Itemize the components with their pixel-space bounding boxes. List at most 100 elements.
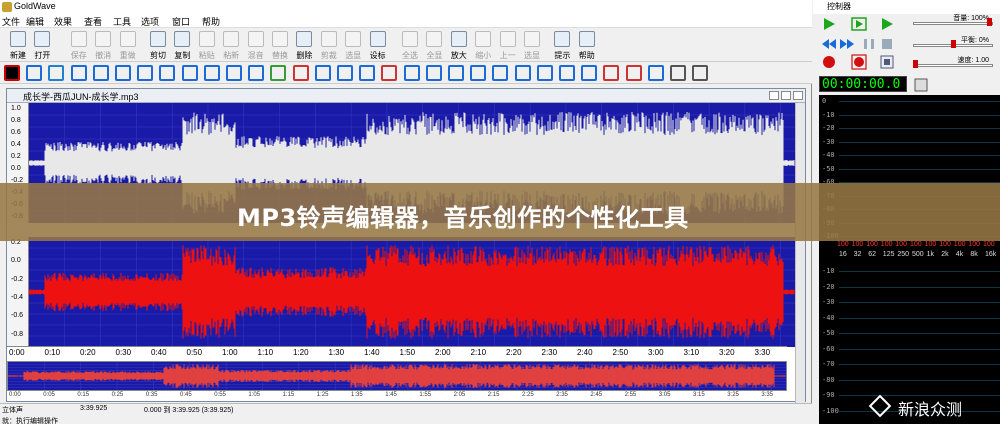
effect-icon-17[interactable] [381,65,398,81]
effect-icon-1[interactable] [26,65,43,81]
fast-forward-icon[interactable] [839,36,855,52]
effect-icon-0[interactable] [4,65,20,81]
effect-icon-23[interactable] [514,65,531,81]
overview-tick: 2:15 [487,392,500,398]
toolbar-button-1[interactable]: 打开 [30,30,54,60]
toolbar-icon-19 [499,31,516,47]
menu-edit[interactable]: 编辑 [26,15,44,28]
band-peak-label: 100 [866,241,878,248]
effect-icon-19[interactable] [425,65,442,81]
timeline-ruler[interactable]: 0:00 0:10 0:20 0:30 0:40 0:50 1:00 1:10 1:20 1:30… [7,346,787,360]
effect-icon-26[interactable] [581,65,598,81]
effect-icon-11[interactable] [248,65,265,81]
app-root: GoldWave 文件 编辑 效果 查看 工具 选项 窗口 帮助 新建 打开 保存撤… [0,0,1000,424]
balance-thumb[interactable] [951,40,956,48]
scale-label: 0.0 [11,165,21,172]
menu-bar: 文件 编辑 效果 查看 工具 选项 窗口 帮助 [0,14,812,28]
toolbar-button-22[interactable]: 帮助 [575,30,599,60]
effect-icon-7[interactable] [159,65,176,81]
effect-icon-18[interactable] [403,65,420,81]
scale-label: 0.0 [11,257,21,265]
timeline-tick: 0:30 [115,348,132,357]
status-selection: 0.000 到 3:39.925 (3:39.925) [144,407,234,414]
effect-icon-27[interactable] [603,65,620,81]
effect-icon-2[interactable] [48,65,65,81]
toolbar-button-14[interactable]: 设标 [366,30,390,60]
toolbar-icon-1 [34,31,51,47]
toolbar-icon-11 [296,31,313,47]
timer-reset-icon[interactable] [913,77,929,93]
menu-window[interactable]: 窗口 [172,15,190,28]
play-selection-icon[interactable] [851,16,867,32]
menu-help[interactable]: 帮助 [202,15,220,28]
effect-icon-31[interactable] [692,65,709,81]
effect-icon-5[interactable] [115,65,131,81]
volume-thumb[interactable] [987,18,992,26]
menu-view[interactable]: 查看 [84,15,102,28]
effect-icon-20[interactable] [448,65,464,81]
effect-icon-22[interactable] [492,65,509,81]
vertical-scrollbar[interactable] [795,103,805,403]
close-button[interactable] [793,91,803,100]
effect-icon-12[interactable] [270,65,287,81]
menu-effects[interactable]: 效果 [54,15,72,28]
effect-icon-30[interactable] [670,65,686,81]
toolbar-button-4[interactable]: 重做 [116,30,140,60]
effect-icon-9[interactable] [203,65,220,81]
status-message: 就：执行编辑操作 [2,418,58,424]
level-gridline [839,379,1000,381]
play-icon[interactable] [821,16,837,32]
level-label: -80 [822,375,835,384]
menu-options[interactable]: 选项 [141,15,159,28]
effect-icon-10[interactable] [226,65,242,81]
timeline-tick: 1:00 [222,348,238,357]
toolbar-icon-3 [95,31,112,47]
volume-slider[interactable]: 音量: 100% [909,14,997,26]
toolbar-button-20[interactable]: 选显 [520,30,544,60]
effect-icon-24[interactable] [536,65,553,81]
timeline-tick: 3:20 [719,348,735,357]
scale-label: 0.4 [11,141,21,148]
overview-waveform[interactable] [7,361,787,391]
rewind-icon[interactable] [821,36,837,52]
effect-icon-28[interactable] [625,65,642,81]
play-view-icon[interactable] [879,16,895,32]
right-channel-waveform[interactable] [28,237,795,347]
frequency-label: 125 [882,251,895,258]
menu-file[interactable]: 文件 [2,15,20,28]
pause-icon[interactable] [861,36,877,52]
overview-tick: 1:05 [248,392,261,398]
effect-icon-21[interactable] [470,65,487,81]
scale-label: 0.8 [11,117,21,124]
effect-icon-6[interactable] [137,65,154,81]
effect-icon-16[interactable] [359,65,376,81]
effect-icon-25[interactable] [559,65,575,81]
level-gridline [839,271,1000,272]
effect-icon-3[interactable] [70,65,87,81]
status-duration: 3:39.925 [80,405,108,412]
band-peak-label: 100 [851,241,864,248]
stop-icon[interactable] [879,36,895,52]
minimize-button[interactable] [769,91,779,100]
settings-icon[interactable] [879,54,895,70]
effect-icon-4[interactable] [92,65,109,81]
timeline-tick: 0:50 [186,348,203,357]
record-icon[interactable] [821,54,837,70]
level-gridline [839,348,1000,350]
effect-icon-29[interactable] [647,65,664,81]
level-meter: 0-10-20-30-40-50-60-70-80-90-10010010010… [819,95,1000,424]
main-toolbar: 新建 打开 保存 撤消 重做 剪切 复制 粘贴 粘新 混音 替换 删除 剪裁 选显 设标 全选 全显 放大 缩小 上一… [0,28,812,62]
maximize-button[interactable] [781,91,791,100]
timeline-tick: 2:10 [470,348,487,357]
menu-tools[interactable]: 工具 [113,15,131,28]
speed-slider[interactable]: 速度: 1.00 [909,56,997,68]
balance-slider[interactable]: 平衡: 0% [909,36,997,48]
effect-icon-14[interactable] [314,65,331,81]
speed-thumb[interactable] [913,60,918,68]
effect-icon-15[interactable] [337,65,353,81]
overview-tick: 2:05 [453,392,466,398]
effect-icon-13[interactable] [292,65,309,81]
record-new-icon[interactable] [851,54,867,70]
effect-icon-8[interactable] [181,65,198,81]
toolbar-label-22: 帮助 [578,51,595,60]
